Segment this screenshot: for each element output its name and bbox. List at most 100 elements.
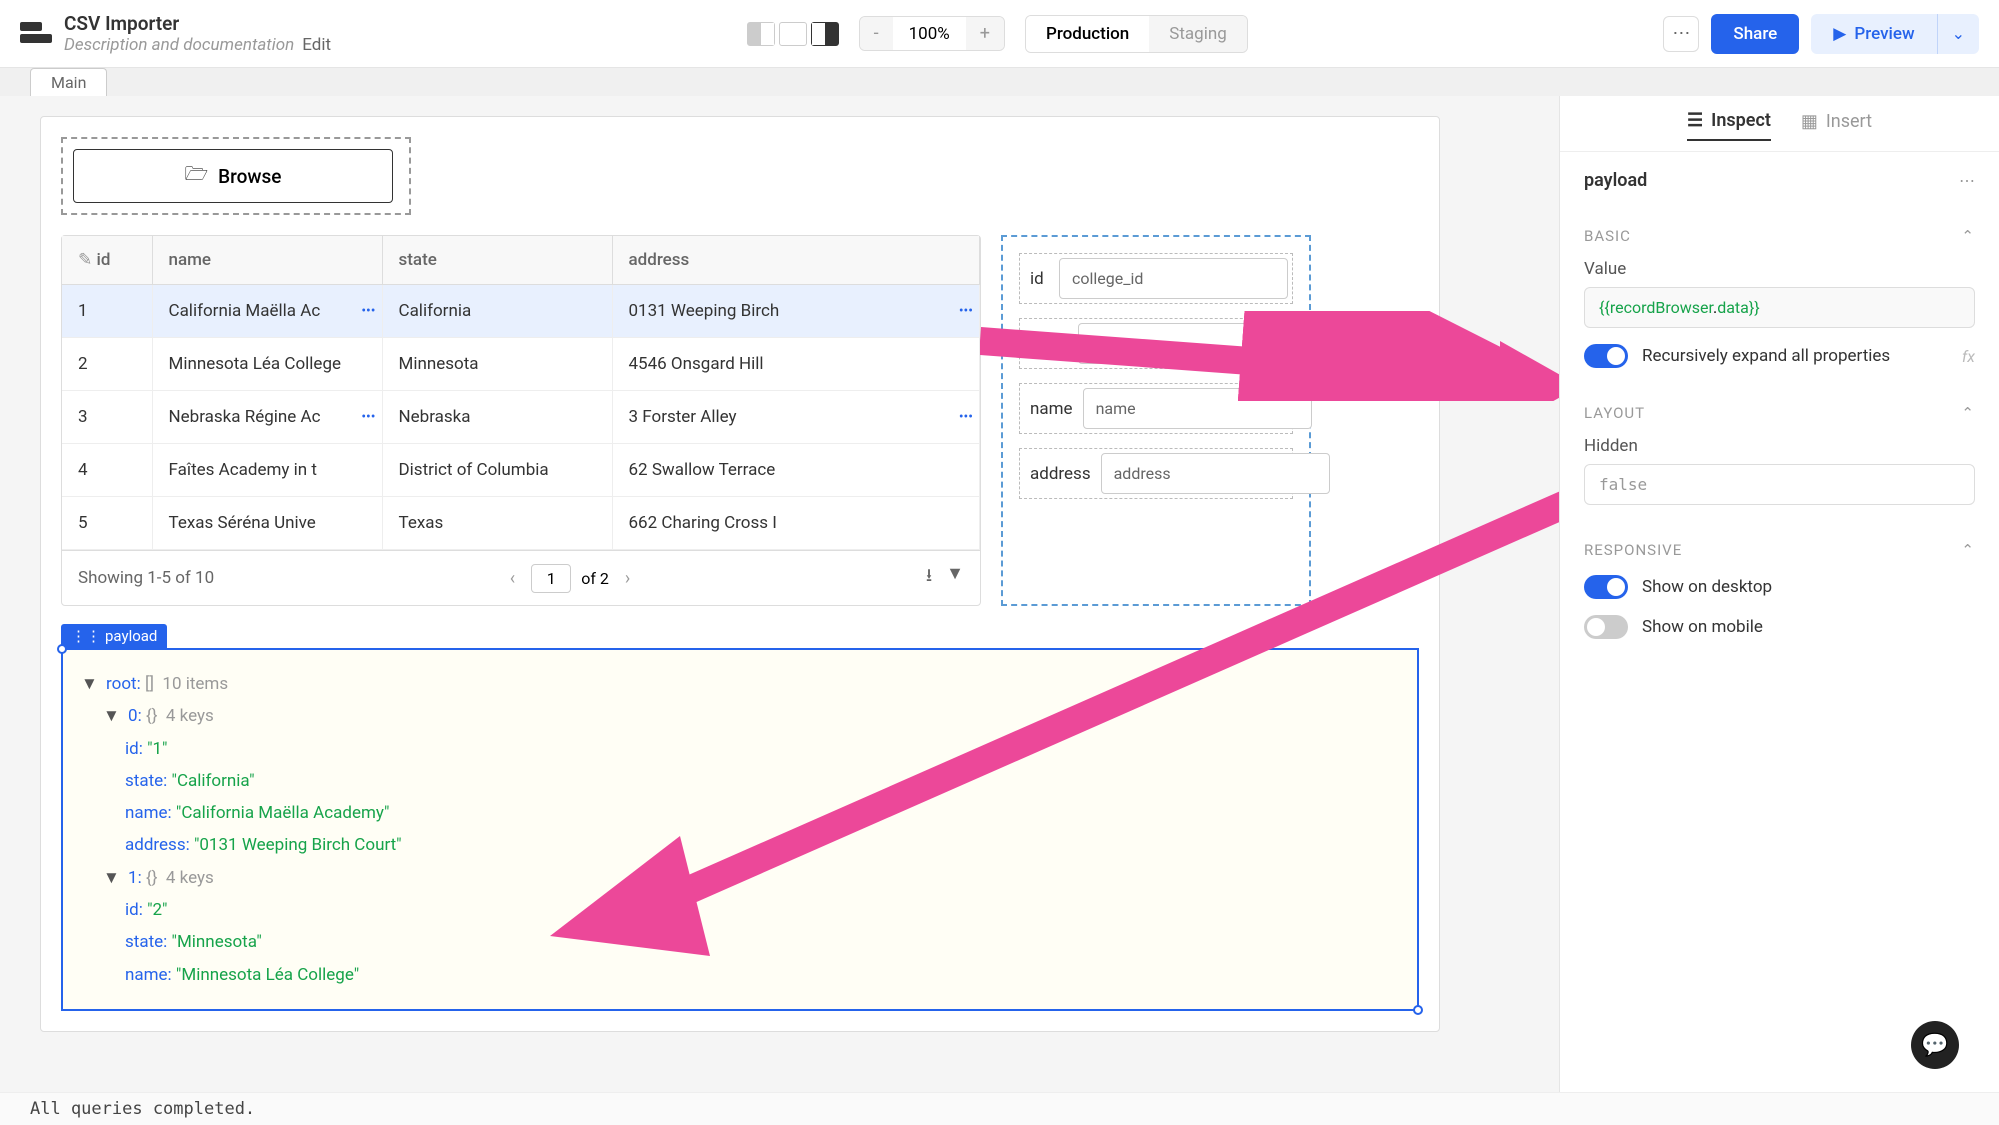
tree-caret-icon[interactable]: ▼ bbox=[81, 674, 98, 694]
form-input[interactable] bbox=[1078, 323, 1307, 364]
table-cell[interactable]: 1 bbox=[62, 285, 152, 338]
table-row[interactable]: 1California Maëlla Ac•••California0131 W… bbox=[62, 285, 980, 338]
table-cell[interactable]: 3 Forster Alley••• bbox=[612, 391, 980, 444]
resize-handle-tl[interactable] bbox=[57, 644, 67, 654]
table-cell[interactable]: 4 bbox=[62, 444, 152, 497]
table-cell[interactable]: 5 bbox=[62, 497, 152, 550]
next-page-icon[interactable]: › bbox=[619, 568, 636, 589]
table-cell[interactable]: Nebraska Régine Ac••• bbox=[152, 391, 382, 444]
col-name[interactable]: name bbox=[152, 236, 382, 285]
layers-icon: ☰ bbox=[1687, 110, 1703, 131]
table-cell[interactable]: Texas bbox=[382, 497, 612, 550]
fx-icon[interactable]: fx bbox=[1962, 347, 1975, 366]
pagination: ‹ of 2 › bbox=[504, 564, 636, 593]
table-cell[interactable]: Texas Séréna Unive bbox=[152, 497, 382, 550]
canvas-inner: 🗁 Browse id name state address bbox=[40, 116, 1440, 1032]
share-button[interactable]: Share bbox=[1711, 14, 1799, 54]
cell-more-icon[interactable]: ••• bbox=[361, 409, 375, 425]
table-cell[interactable]: District of Columbia bbox=[382, 444, 612, 497]
status-bar: All queries completed. bbox=[0, 1092, 1999, 1125]
collapse-icon[interactable]: ⌃ bbox=[1961, 404, 1975, 422]
main-tab[interactable]: Main bbox=[30, 68, 107, 96]
layout-bottom-icon[interactable] bbox=[779, 22, 807, 46]
browse-container: 🗁 Browse bbox=[61, 137, 411, 215]
form-row: name bbox=[1019, 383, 1293, 434]
tree-caret-icon[interactable]: ▼ bbox=[103, 706, 120, 726]
hidden-input[interactable]: false bbox=[1584, 464, 1975, 505]
browse-label: Browse bbox=[218, 165, 281, 188]
payload-panel[interactable]: ▼ root: [] 10 items▼ 0: {} 4 keysid: "1"… bbox=[61, 648, 1419, 1011]
preview-chevron-icon[interactable]: ⌄ bbox=[1937, 14, 1979, 54]
table-row[interactable]: 2Minnesota Léa CollegeMinnesota4546 Onsg… bbox=[62, 338, 980, 391]
help-button[interactable]: 💬 bbox=[1911, 1021, 1959, 1069]
table-cell[interactable]: Nebraska bbox=[382, 391, 612, 444]
form-input[interactable] bbox=[1101, 453, 1330, 494]
table-cell[interactable]: California Maëlla Ac••• bbox=[152, 285, 382, 338]
expand-toggle[interactable] bbox=[1584, 344, 1628, 368]
filter-icon[interactable]: ▼ bbox=[946, 563, 964, 593]
env-tab-production[interactable]: Production bbox=[1026, 16, 1149, 52]
table-footer: Showing 1-5 of 10 ‹ of 2 › ⭳ ▼ bbox=[62, 550, 980, 605]
env-tab-staging[interactable]: Staging bbox=[1149, 16, 1247, 52]
header-right: ⋯ Share ▶ Preview ⌄ bbox=[1663, 14, 1979, 54]
resize-handle-br[interactable] bbox=[1413, 1005, 1423, 1015]
page-of-label: of 2 bbox=[581, 569, 609, 588]
tree-caret-icon[interactable]: ▼ bbox=[103, 868, 120, 888]
app-logo-icon bbox=[20, 22, 52, 46]
col-address[interactable]: address bbox=[612, 236, 980, 285]
sidebar: ☰ Inspect ▦ Insert payload ⋯ BASIC ⌃ Val… bbox=[1559, 96, 1999, 1121]
prev-page-icon[interactable]: ‹ bbox=[504, 568, 521, 589]
form-input[interactable] bbox=[1083, 388, 1312, 429]
component-title: payload bbox=[1584, 170, 1647, 191]
page-input[interactable] bbox=[531, 564, 571, 593]
table-cell[interactable]: Faîtes Academy in t bbox=[152, 444, 382, 497]
value-input[interactable]: {{recordBrowser.data}} bbox=[1584, 287, 1975, 328]
table-cell[interactable]: 2 bbox=[62, 338, 152, 391]
collapse-icon[interactable]: ⌃ bbox=[1961, 227, 1975, 245]
zoom-out-button[interactable]: - bbox=[860, 17, 893, 50]
edit-link[interactable]: Edit bbox=[302, 35, 331, 55]
desktop-label: Show on desktop bbox=[1642, 577, 1772, 597]
hidden-label: Hidden bbox=[1584, 436, 1975, 456]
environment-tabs: Production Staging bbox=[1025, 15, 1248, 53]
download-icon[interactable]: ⭳ bbox=[926, 563, 932, 593]
basic-header: BASIC bbox=[1584, 227, 1631, 245]
payload-badge[interactable]: ⋮⋮ payload bbox=[61, 624, 167, 648]
table-cell[interactable]: 4546 Onsgard Hill bbox=[612, 338, 980, 391]
table-cell[interactable]: 3 bbox=[62, 391, 152, 444]
cell-more-icon[interactable]: ••• bbox=[959, 409, 973, 425]
preview-group: ▶ Preview ⌄ bbox=[1811, 14, 1979, 54]
canvas-panel: 🗁 Browse id name state address bbox=[0, 96, 1559, 1121]
table-cell[interactable]: 662 Charing Cross I bbox=[612, 497, 980, 550]
form-input[interactable] bbox=[1059, 258, 1288, 299]
cell-more-icon[interactable]: ••• bbox=[361, 303, 375, 319]
tab-insert[interactable]: ▦ Insert bbox=[1801, 110, 1872, 141]
mobile-label: Show on mobile bbox=[1642, 617, 1763, 637]
desktop-toggle[interactable] bbox=[1584, 575, 1628, 599]
collapse-icon[interactable]: ⌃ bbox=[1961, 541, 1975, 559]
zoom-controls: - 100% + bbox=[859, 16, 1005, 51]
more-icon[interactable]: ⋯ bbox=[1959, 171, 1975, 190]
more-button[interactable]: ⋯ bbox=[1663, 16, 1699, 52]
browse-button[interactable]: 🗁 Browse bbox=[73, 149, 393, 203]
table-cell[interactable]: Minnesota Léa College bbox=[152, 338, 382, 391]
zoom-in-button[interactable]: + bbox=[966, 17, 1004, 50]
table-row[interactable]: 3Nebraska Régine Ac•••Nebraska3 Forster … bbox=[62, 391, 980, 444]
table-cell[interactable]: 0131 Weeping Birch••• bbox=[612, 285, 980, 338]
mobile-toggle[interactable] bbox=[1584, 615, 1628, 639]
table-row[interactable]: 4Faîtes Academy in tDistrict of Columbia… bbox=[62, 444, 980, 497]
col-state[interactable]: state bbox=[382, 236, 612, 285]
table-cell[interactable]: California bbox=[382, 285, 612, 338]
table-row[interactable]: 5Texas Séréna UniveTexas662 Charing Cros… bbox=[62, 497, 980, 550]
expand-label: Recursively expand all properties bbox=[1642, 346, 1890, 366]
preview-button[interactable]: ▶ Preview bbox=[1811, 14, 1936, 54]
table-cell[interactable]: Minnesota bbox=[382, 338, 612, 391]
layout-right-icon[interactable] bbox=[811, 22, 839, 46]
form-row: address bbox=[1019, 448, 1293, 499]
tab-inspect[interactable]: ☰ Inspect bbox=[1687, 110, 1771, 141]
table-cell[interactable]: 62 Swallow Terrace bbox=[612, 444, 980, 497]
cell-more-icon[interactable]: ••• bbox=[959, 303, 973, 319]
col-id[interactable]: id bbox=[62, 236, 152, 285]
layout-left-icon[interactable] bbox=[747, 22, 775, 46]
tab-bar: Main bbox=[0, 68, 1999, 96]
